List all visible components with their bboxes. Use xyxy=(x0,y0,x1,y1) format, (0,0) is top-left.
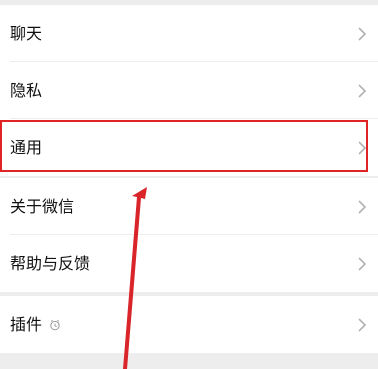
settings-row-label: 插件 xyxy=(10,314,43,334)
settings-row-label: 帮助与反馈 xyxy=(10,253,91,273)
settings-row-label: 隐私 xyxy=(10,80,43,100)
chevron-right-icon xyxy=(358,317,367,332)
chevron-right-icon xyxy=(358,199,367,214)
chevron-right-icon xyxy=(358,256,367,271)
settings-row-plugins[interactable]: 插件 xyxy=(0,296,378,353)
settings-row-privacy[interactable]: 隐私 xyxy=(0,62,378,119)
settings-row-label: 聊天 xyxy=(10,23,43,43)
chevron-right-icon xyxy=(358,83,367,98)
settings-row-label-wrap: 插件 xyxy=(10,315,61,335)
settings-row-chat[interactable]: 聊天 xyxy=(0,5,378,62)
settings-row-help-feedback[interactable]: 帮助与反馈 xyxy=(0,235,378,292)
chevron-right-icon xyxy=(358,26,367,41)
settings-group-plugins: 插件 xyxy=(0,296,378,353)
settings-screen: 聊天 隐私 通用 关于微信 帮助与反馈 插件 xyxy=(0,0,378,369)
settings-group-about: 关于微信 帮助与反馈 xyxy=(0,178,378,292)
clock-icon xyxy=(50,319,60,330)
highlight-box xyxy=(0,120,368,172)
settings-row-about-wechat[interactable]: 关于微信 xyxy=(0,178,378,235)
settings-row-label: 关于微信 xyxy=(10,196,75,216)
